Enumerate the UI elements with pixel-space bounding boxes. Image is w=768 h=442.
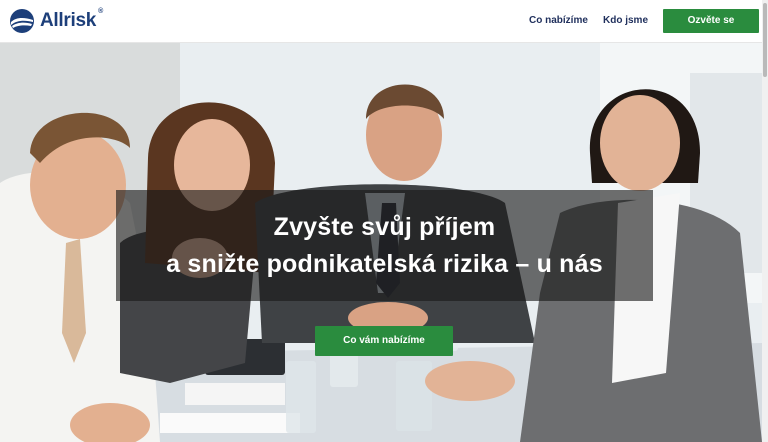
- nav-link-about[interactable]: Kdo jsme: [603, 0, 648, 42]
- allrisk-logo[interactable]: Allrisk ®: [9, 7, 103, 35]
- hero-headline-box: Zvyšte svůj příjem a snižte podnikatelsk…: [116, 190, 653, 301]
- brand-name: Allrisk ®: [40, 8, 103, 31]
- scrollbar-thumb[interactable]: [763, 3, 767, 77]
- site-header: Allrisk ® Co nabízíme Kdo jsme Ozvěte se: [0, 0, 768, 43]
- hero-section: Zvyšte svůj příjem a snižte podnikatelsk…: [0, 43, 762, 442]
- contact-button[interactable]: Ozvěte se: [663, 9, 759, 33]
- hero-headline-line-1: Zvyšte svůj příjem: [273, 213, 496, 241]
- page-scrollbar[interactable]: [762, 0, 768, 442]
- allrisk-logo-icon: [10, 9, 34, 33]
- hero-headline: Zvyšte svůj příjem a snižte podnikatelsk…: [116, 209, 653, 283]
- hero-offer-button[interactable]: Co vám nabízíme: [315, 326, 453, 356]
- hero-headline-line-2: a snižte podnikatelská rizika – u nás: [166, 250, 603, 278]
- nav-link-offer[interactable]: Co nabízíme: [529, 0, 588, 42]
